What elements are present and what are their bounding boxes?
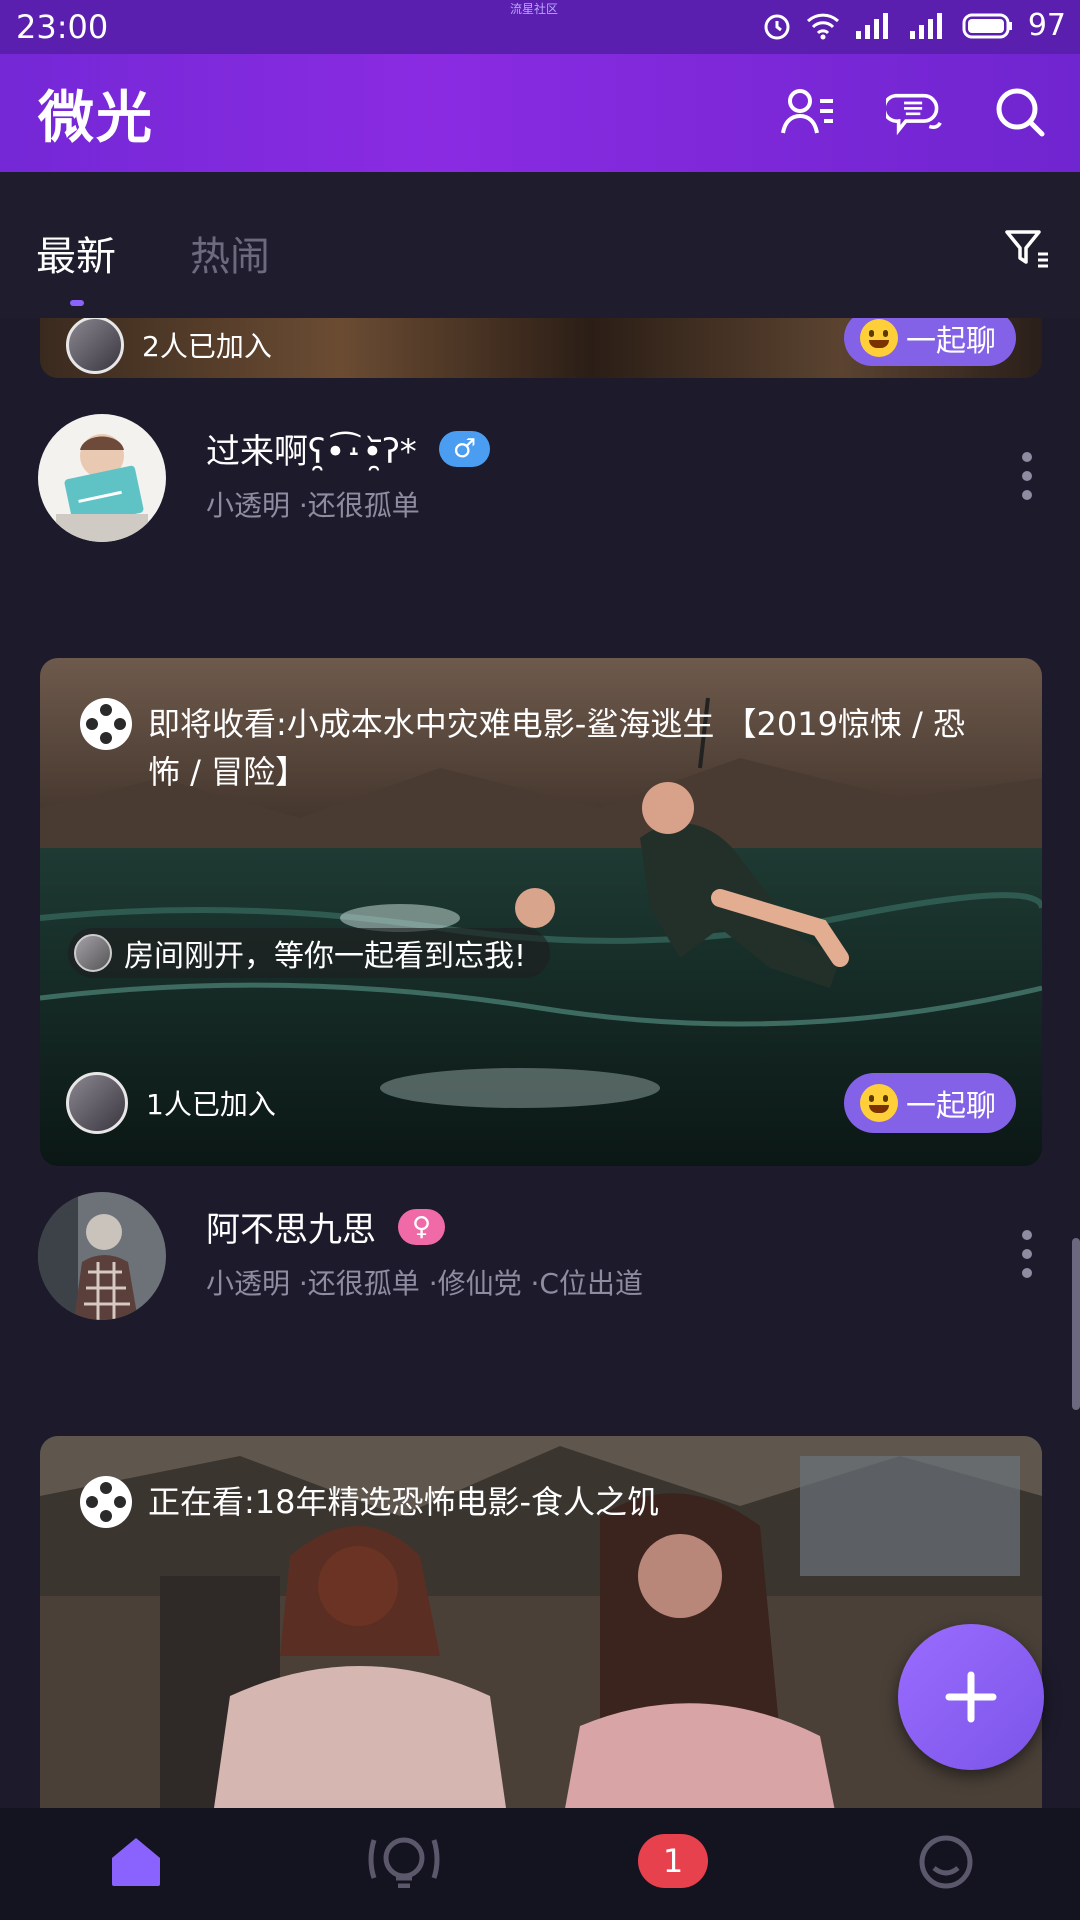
avatar[interactable] bbox=[38, 1192, 166, 1320]
joined-count: 1人已加入 bbox=[66, 1072, 276, 1134]
feed-list[interactable]: 2人已加入 一起聊 过来啊ʕ̯•͡˔•̯᷅ʔ* ♂ 小透明 ·还很孤单 即将收看… bbox=[0, 318, 1080, 1808]
avatar-illustration bbox=[38, 414, 166, 542]
chat-button-label: 一起聊 bbox=[906, 324, 996, 359]
joined-count: 2人已加入 bbox=[66, 318, 272, 374]
home-icon bbox=[112, 1838, 160, 1886]
tab-latest[interactable]: 最新 bbox=[36, 224, 116, 282]
smile-emoji-icon bbox=[860, 1084, 898, 1122]
room-card[interactable]: 即将收看:小成本水中灾难电影-鲨海逃生 【2019惊悚 / 恐怖 / 冒险】 房… bbox=[40, 658, 1042, 1166]
nav-profile[interactable] bbox=[916, 1834, 976, 1894]
signal-4g-icon bbox=[855, 12, 888, 39]
film-reel-icon bbox=[80, 698, 132, 750]
room-title-text: 即将收看:小成本水中灾难电影-鲨海逃生 【2019惊悚 / 恐怖 / 冒险】 bbox=[148, 705, 966, 791]
more-options-button[interactable] bbox=[1022, 1230, 1034, 1287]
user-list-icon bbox=[781, 89, 833, 134]
film-reel-icon bbox=[80, 1476, 132, 1528]
host-message: 房间刚开，等你一起看到忘我! bbox=[68, 928, 551, 978]
scrollbar[interactable] bbox=[1072, 1238, 1080, 1410]
filter-icon bbox=[1005, 230, 1048, 268]
alarm-icon bbox=[764, 14, 790, 39]
friends-button[interactable] bbox=[780, 84, 836, 140]
user-name-text: 过来啊ʕ̯•͡˔•̯᷅ʔ* bbox=[206, 432, 417, 472]
user-tags: 小透明 ·还很孤单 bbox=[206, 489, 420, 522]
user-row[interactable]: 阿不思九思 ♀ 小透明 ·还很孤单 ·修仙党 ·C位出道 bbox=[0, 1192, 1080, 1322]
status-time: 23:00 bbox=[16, 8, 109, 46]
gender-female-badge: ♀ bbox=[398, 1208, 446, 1245]
status-center-text: 流星社区 bbox=[510, 2, 559, 16]
joined-label: 2人已加入 bbox=[142, 330, 272, 363]
bulb-icon bbox=[368, 1837, 440, 1889]
battery-icon bbox=[962, 13, 1012, 38]
room-card-previous[interactable]: 2人已加入 一起聊 bbox=[40, 318, 1042, 378]
host-message-text: 房间刚开，等你一起看到忘我! bbox=[124, 939, 527, 974]
avatar-photo bbox=[38, 1192, 166, 1320]
wifi-icon bbox=[806, 13, 839, 39]
tab-bar: 最新 热闹 bbox=[0, 172, 1080, 318]
create-room-button[interactable] bbox=[898, 1624, 1044, 1770]
battery-level: 97 bbox=[1027, 8, 1066, 43]
app-header: 微光 bbox=[0, 54, 1080, 172]
search-button[interactable] bbox=[992, 84, 1048, 140]
user-name: 过来啊ʕ̯•͡˔•̯᷅ʔ* ♂ bbox=[206, 424, 491, 473]
chat-together-button[interactable]: 一起聊 bbox=[844, 318, 1016, 366]
user-tags: 小透明 ·还很孤单 ·修仙党 ·C位出道 bbox=[206, 1267, 643, 1300]
chat-together-button[interactable]: 一起聊 bbox=[844, 1073, 1016, 1133]
app-title: 微光 bbox=[38, 85, 154, 151]
user-row[interactable]: 过来啊ʕ̯•͡˔•̯᷅ʔ* ♂ 小透明 ·还很孤单 bbox=[0, 414, 1080, 544]
plus-icon bbox=[945, 1671, 997, 1723]
user-name-text: 阿不思九思 bbox=[206, 1210, 376, 1250]
tab-indicator bbox=[70, 300, 84, 306]
ranking-button[interactable] bbox=[886, 84, 942, 140]
joined-label: 1人已加入 bbox=[146, 1088, 276, 1121]
gender-male-badge: ♂ bbox=[438, 430, 491, 467]
search-icon bbox=[996, 88, 1045, 137]
unread-badge: 1 bbox=[638, 1834, 708, 1888]
chat-button-label: 一起聊 bbox=[906, 1089, 996, 1124]
member-avatar bbox=[66, 1072, 128, 1134]
signal-icon bbox=[909, 12, 942, 39]
tab-popular[interactable]: 热闹 bbox=[190, 224, 270, 282]
nav-messages[interactable]: 1 bbox=[638, 1834, 708, 1888]
host-avatar bbox=[74, 934, 112, 972]
profile-icon bbox=[919, 1835, 973, 1889]
room-card[interactable]: 正在看:18年精选恐怖电影-食人之饥 bbox=[40, 1436, 1042, 1808]
more-options-button[interactable] bbox=[1022, 452, 1034, 509]
smile-emoji-icon bbox=[860, 319, 898, 357]
room-title: 即将收看:小成本水中灾难电影-鲨海逃生 【2019惊悚 / 恐怖 / 冒险】 bbox=[80, 698, 982, 796]
room-title-text: 正在看:18年精选恐怖电影-食人之饥 bbox=[148, 1483, 660, 1521]
nav-home[interactable] bbox=[108, 1834, 164, 1892]
avatar[interactable] bbox=[38, 414, 166, 542]
ranking-badge-icon bbox=[886, 93, 942, 136]
nav-square[interactable] bbox=[366, 1834, 442, 1892]
user-name: 阿不思九思 ♀ bbox=[206, 1202, 446, 1251]
room-title: 正在看:18年精选恐怖电影-食人之饥 bbox=[80, 1476, 982, 1528]
member-avatar bbox=[66, 318, 124, 374]
status-bar: 23:00 流星社区 97 bbox=[0, 0, 1080, 54]
filter-button[interactable] bbox=[1004, 228, 1050, 272]
bottom-nav: 1 bbox=[0, 1808, 1080, 1920]
